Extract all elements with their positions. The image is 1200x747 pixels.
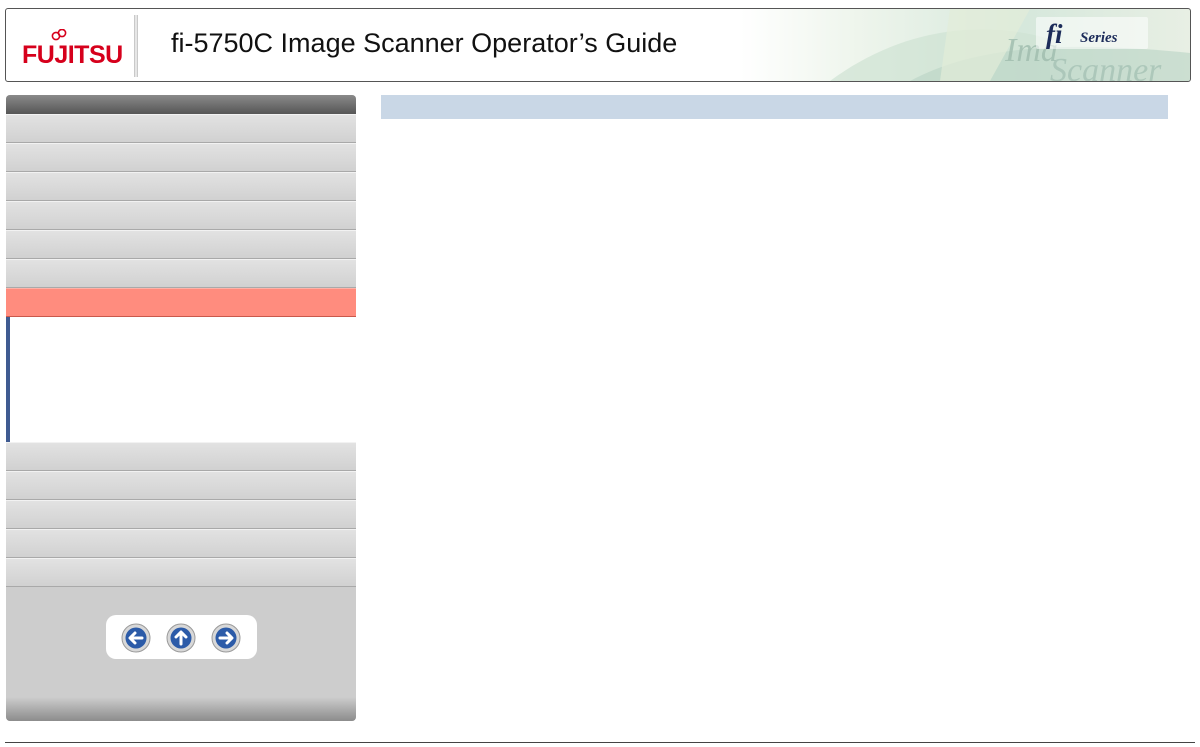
page-navigation — [106, 615, 257, 659]
up-page-button[interactable] — [166, 623, 196, 653]
sidebar-item-4[interactable] — [6, 201, 356, 230]
fujitsu-logo: FUJITSU — [22, 29, 123, 69]
document-title: fi-5750C Image Scanner Operator’s Guide — [171, 28, 678, 58]
logo-separator — [134, 15, 138, 77]
sidebar-item-9[interactable] — [6, 471, 356, 500]
sidebar-item-1[interactable] — [6, 114, 356, 143]
svg-text:fi: fi — [1046, 19, 1063, 49]
next-page-button[interactable] — [211, 623, 241, 653]
previous-page-button[interactable] — [121, 623, 151, 653]
sidebar-item-10[interactable] — [6, 500, 356, 529]
sidebar-item-11[interactable] — [6, 529, 356, 558]
svg-text:Series: Series — [1080, 30, 1118, 46]
sidebar-item-2[interactable] — [6, 143, 356, 172]
navigation-sidebar — [6, 95, 356, 721]
svg-text:Scanner: Scanner — [1050, 52, 1162, 81]
sidebar-item-3[interactable] — [6, 172, 356, 201]
footer-divider — [5, 742, 1195, 743]
page-header: FUJITSU fi-5750C Image Scanner Operator’… — [5, 8, 1191, 82]
sidebar-bottom-bar — [6, 697, 356, 721]
sidebar-item-active[interactable] — [6, 288, 356, 317]
sidebar-top-bar — [6, 95, 356, 114]
sidebar-item-12[interactable] — [6, 558, 356, 587]
sidebar-submenu-area — [6, 317, 356, 442]
sidebar-item-8[interactable] — [6, 442, 356, 471]
svg-text:FUJITSU: FUJITSU — [22, 41, 123, 69]
sidebar-item-5[interactable] — [6, 230, 356, 259]
fi-series-logo: fi Series — [1036, 17, 1148, 49]
content-title-bar — [381, 95, 1168, 119]
sidebar-item-6[interactable] — [6, 259, 356, 288]
